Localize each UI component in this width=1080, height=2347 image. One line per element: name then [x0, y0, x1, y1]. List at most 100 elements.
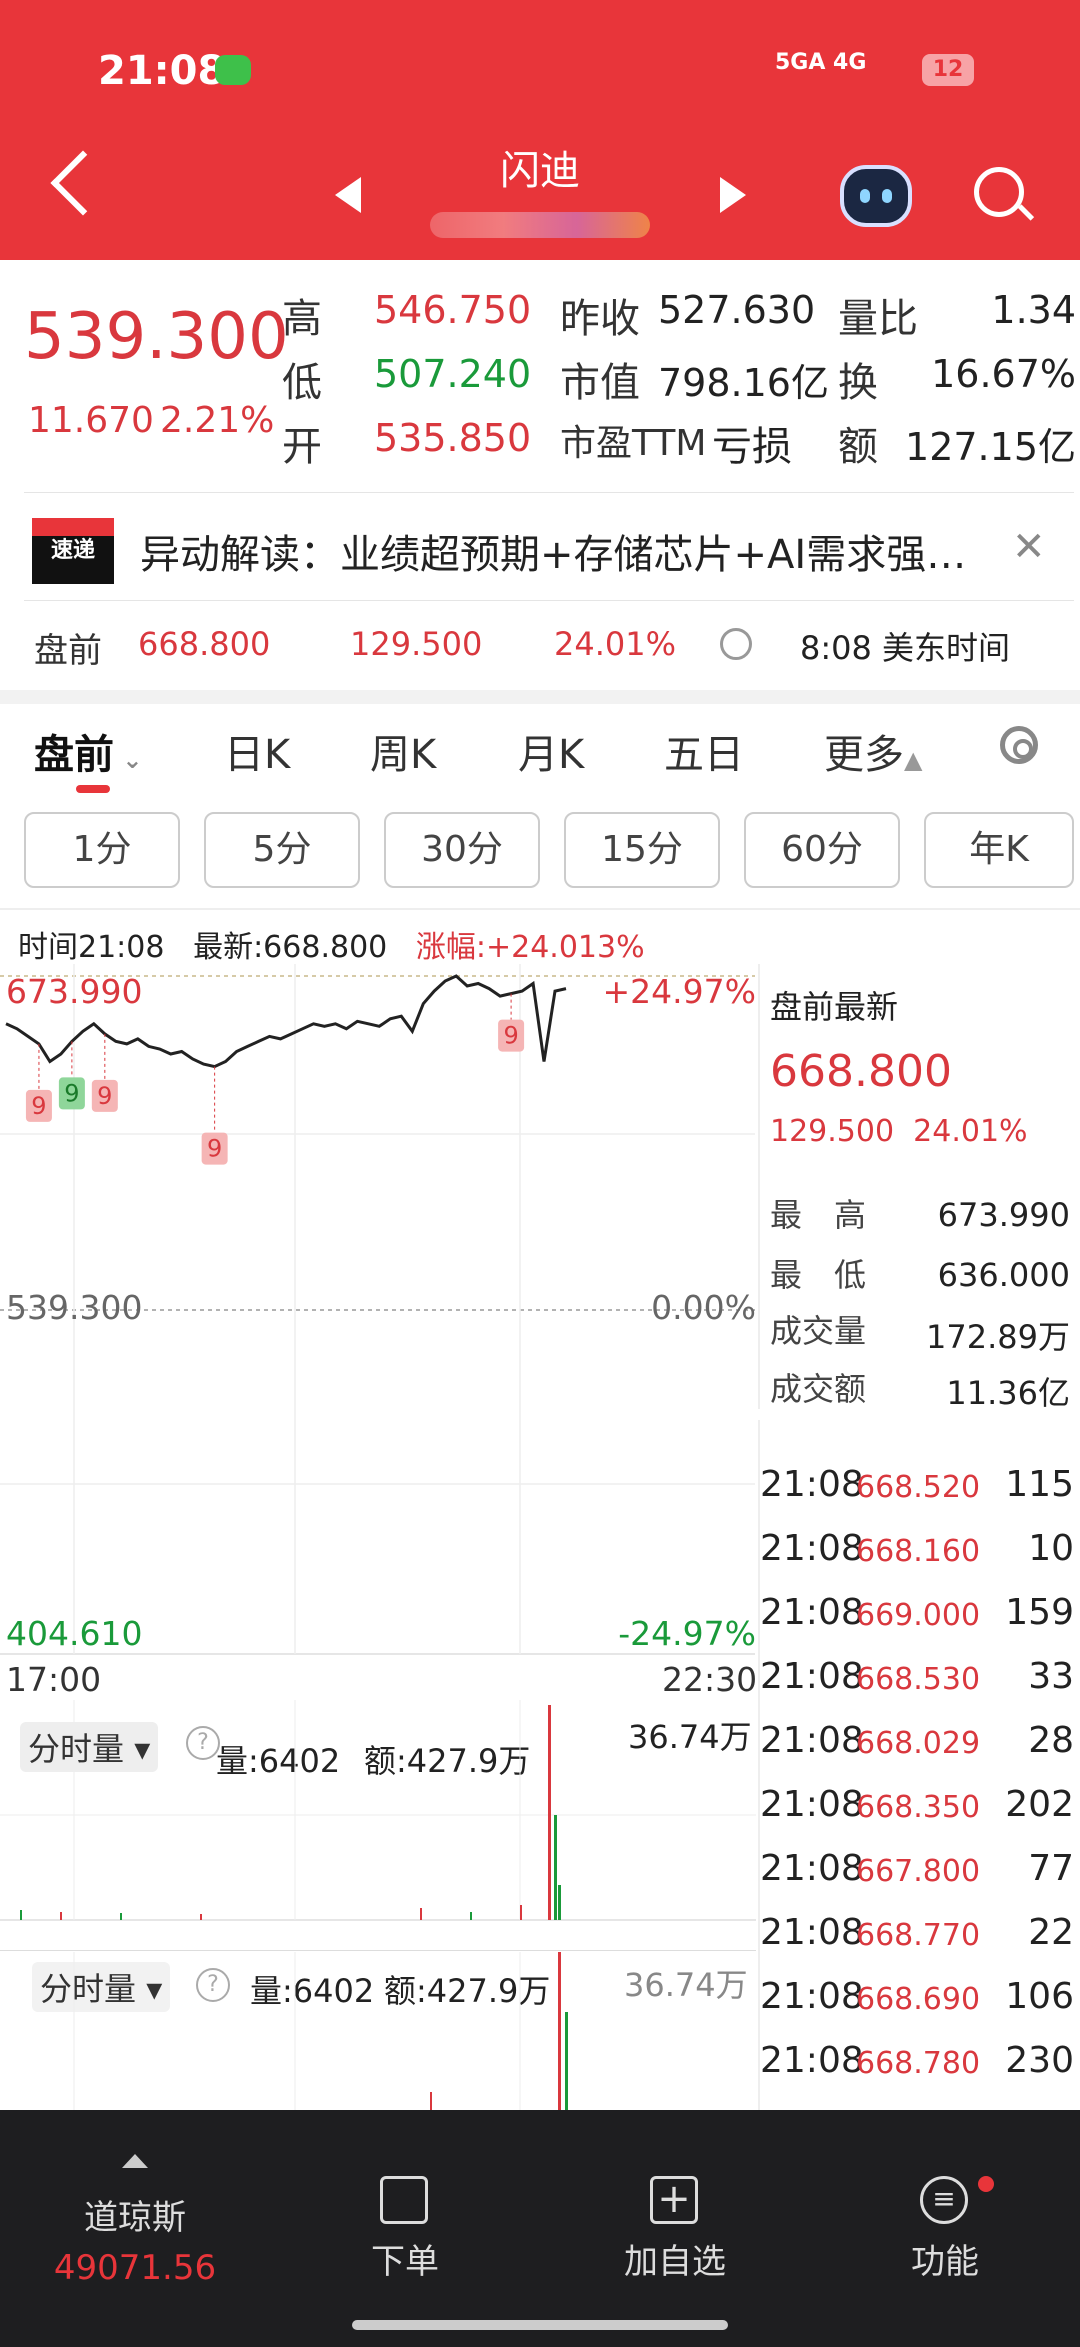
panel-price: 668.800	[770, 1046, 952, 1097]
watchlist-label: 加自选	[624, 2242, 726, 2282]
panel-low-label: 最 低	[770, 1256, 867, 1294]
panel-amount-value: 11.36亿	[946, 1374, 1070, 1412]
app-header: 21:08 5GA 4G 12 闪迪	[0, 0, 1080, 260]
low-label: 低	[282, 360, 322, 406]
premarket-time: 8:08 美东时间	[800, 629, 1011, 667]
add-icon: +	[650, 2176, 698, 2224]
marker-label: 9	[207, 1135, 222, 1163]
order-label: 下单	[371, 2242, 439, 2282]
y-mid-pct-label: 0.00%	[651, 1288, 756, 1327]
prev-stock-icon[interactable]	[335, 177, 361, 213]
pe-label: 市盈TTM	[560, 423, 707, 464]
order-button[interactable]: 下单	[270, 2110, 540, 2347]
trade-ticks-list[interactable]: 21:08 668.520 115 21:08 668.160 10 21:08 669.…	[758, 1420, 1080, 2110]
add-watchlist-button[interactable]: + 加自选	[540, 2110, 810, 2347]
change-percent: 2.21%	[160, 400, 275, 441]
volume-ratio-value: 1.34	[991, 288, 1076, 332]
trade-row: 21:08 669.000 159	[760, 1592, 1074, 1633]
y-min-label: 404.610	[6, 1614, 143, 1653]
panel-low-value: 636.000	[937, 1256, 1070, 1294]
quote-panel: 539.300 11.670 2.21% 高 546.750 低 507.240…	[0, 260, 1080, 490]
amount-value: 127.15亿	[905, 425, 1076, 469]
y-min-pct-label: -24.97%	[618, 1614, 756, 1653]
panel-high-value: 673.990	[937, 1196, 1070, 1234]
robot-assistant-icon[interactable]	[840, 165, 912, 227]
pe-value: 亏损	[712, 424, 792, 470]
marker-label: 9	[503, 1022, 518, 1050]
prev-close-label: 昨收	[560, 296, 640, 342]
dow-jones-index[interactable]: 道琼斯 49071.56	[0, 2110, 270, 2347]
tab-weekly-k[interactable]: 周K	[370, 722, 436, 780]
volume-bars	[0, 1700, 756, 1921]
turnover-label: 换	[838, 360, 878, 406]
trade-row: 21:08 668.690 106	[760, 1976, 1074, 2017]
x-end-label: 22:30	[662, 1660, 758, 1699]
settings-icon[interactable]	[1000, 726, 1038, 764]
period-60min[interactable]: 60分	[744, 812, 900, 888]
search-icon[interactable]	[974, 167, 1024, 217]
x-start-label: 17:00	[6, 1660, 102, 1699]
stock-code-blurred	[430, 212, 650, 238]
status-time: 21:08	[98, 48, 226, 94]
function-label: 功能	[911, 2242, 979, 2282]
chart-info-row: 时间21:08 最新:668.800 涨幅:+24.013%	[18, 922, 645, 966]
volume-bars	[73, 1952, 568, 2112]
last-price: 539.300	[24, 300, 289, 374]
intraday-chart[interactable]: 99999 673.990 +24.97% 539.300 0.00% 404.…	[0, 964, 760, 1664]
period-5min[interactable]: 5分	[204, 812, 360, 888]
period-year-k[interactable]: 年K	[924, 812, 1074, 888]
premarket-detail-panel: 盘前最新 668.800 129.500 24.01% 最 高 673.990 …	[758, 964, 1080, 1412]
panel-volume-label: 成交量	[770, 1312, 867, 1350]
trade-row: 21:08 667.800 77	[760, 1848, 1074, 1889]
signal-icon: 5GA 4G	[775, 50, 867, 75]
stock-name: 闪迪	[500, 148, 580, 194]
open-label: 开	[282, 424, 322, 470]
panel-amount-label: 成交额	[770, 1370, 867, 1408]
tab-monthly-k[interactable]: 月K	[518, 722, 584, 780]
news-headline[interactable]: 异动解读：业绩超预期+存储芯片+AI需求强…	[140, 522, 990, 580]
high-value: 546.750	[374, 288, 532, 332]
amount-label: 额	[838, 424, 878, 470]
news-logo-text: 速递	[50, 538, 95, 563]
period-30min[interactable]: 30分	[384, 812, 540, 888]
change-amount: 11.670	[28, 400, 154, 441]
trade-row: 21:08 668.780 230	[760, 2040, 1074, 2081]
marker-label: 9	[64, 1079, 79, 1107]
period-1min[interactable]: 1分	[24, 812, 180, 888]
period-15min[interactable]: 15分	[564, 812, 720, 888]
tab-daily-k[interactable]: 日K	[224, 722, 290, 780]
info-latest: 最新:668.800	[193, 930, 388, 965]
bottom-toolbar: 道琼斯 49071.56 下单 + 加自选 ≡ 功能	[0, 2110, 1080, 2347]
premarket-change: 129.500	[350, 625, 483, 663]
trade-row: 21:08 668.350 202	[760, 1784, 1074, 1825]
divider	[24, 600, 1074, 601]
function-button[interactable]: ≡ 功能	[810, 2110, 1080, 2347]
home-indicator[interactable]	[352, 2320, 728, 2330]
low-value: 507.240	[374, 352, 532, 396]
tab-more[interactable]: 更多▲	[824, 722, 922, 780]
tab-premarket[interactable]: 盘前 ⌄	[34, 722, 142, 780]
news-logo: 速递	[32, 518, 114, 584]
market-cap-value: 798.16亿	[658, 361, 829, 405]
tab-underline	[76, 785, 110, 793]
trade-row: 21:08 668.160 10	[760, 1528, 1074, 1569]
section-gap	[0, 690, 1080, 704]
premarket-row: 盘前 668.800 129.500 24.01% 8:08 美东时间	[0, 615, 1080, 675]
tab-five-day[interactable]: 五日	[664, 722, 744, 780]
marker-label: 9	[97, 1082, 112, 1110]
turnover-value: 16.67%	[931, 352, 1076, 396]
menu-icon: ≡	[920, 2176, 968, 2224]
volume-ratio-label: 量比	[838, 296, 918, 342]
y-max-label: 673.990	[6, 972, 143, 1011]
panel-change: 129.500 24.01%	[770, 1114, 1028, 1149]
battery-icon: 12	[922, 54, 974, 86]
panel-title: 盘前最新	[770, 988, 899, 1026]
info-change: 涨幅:+24.013%	[415, 930, 645, 965]
market-cap-label: 市值	[560, 360, 640, 406]
wechat-icon	[215, 55, 251, 85]
dow-label: 道琼斯	[84, 2198, 186, 2238]
close-icon[interactable]: ✕	[1012, 524, 1046, 570]
trade-row: 21:08 668.029 28	[760, 1720, 1074, 1761]
next-stock-icon[interactable]	[720, 177, 746, 213]
high-label: 高	[282, 296, 322, 342]
